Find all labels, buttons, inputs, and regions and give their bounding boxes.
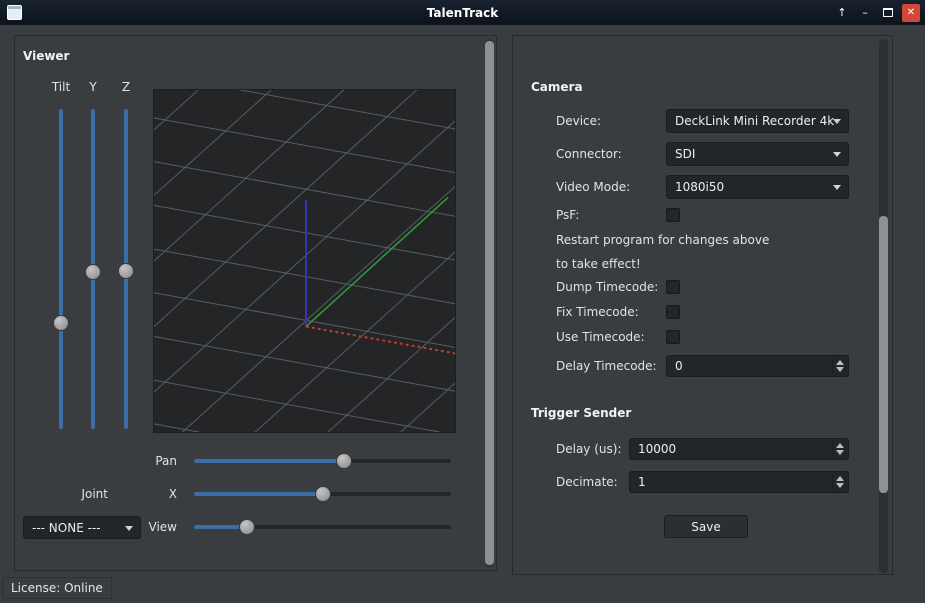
spin-down-icon[interactable]: [836, 483, 844, 488]
joint-select-value: --- NONE ---: [32, 521, 101, 535]
fix-timecode-label: Fix Timecode:: [556, 304, 639, 320]
delay-timecode-value: 0: [675, 359, 683, 373]
pan-slider-fill: [194, 459, 344, 463]
decimate-label: Decimate:: [556, 474, 618, 490]
pan-slider[interactable]: [194, 459, 451, 463]
settings-scrollbar-thumb[interactable]: [879, 216, 888, 493]
shade-button[interactable]: ↑: [833, 4, 851, 22]
trigger-delay-spinbox[interactable]: 10000: [629, 438, 849, 460]
viewport-3d[interactable]: [153, 89, 456, 433]
viewer-scrollbar-thumb[interactable]: [485, 41, 494, 565]
dump-timecode-label: Dump Timecode:: [556, 279, 658, 295]
spin-down-icon[interactable]: [836, 450, 844, 455]
connector-select-value: SDI: [675, 147, 695, 161]
trigger-delay-value: 10000: [638, 442, 676, 456]
connector-label: Connector:: [556, 146, 622, 162]
viewer-scrollbar[interactable]: [485, 39, 494, 567]
decimate-spinbox[interactable]: 1: [629, 471, 849, 493]
restart-note-line2: to take effect!: [556, 256, 641, 272]
psf-checkbox[interactable]: [666, 208, 680, 222]
y-slider-label: Y: [77, 79, 109, 95]
viewport-grid: [154, 90, 455, 432]
tilt-slider[interactable]: [59, 109, 63, 429]
spin-buttons: [832, 357, 847, 375]
close-button[interactable]: ✕: [902, 4, 920, 22]
video-mode-label: Video Mode:: [556, 179, 630, 195]
settings-panel: Camera Device: DeckLink Mini Recorder 4k…: [512, 35, 893, 575]
z-slider-label: Z: [110, 79, 142, 95]
pan-slider-handle[interactable]: [336, 453, 352, 469]
use-timecode-checkbox[interactable]: [666, 330, 680, 344]
viewer-title: Viewer: [23, 49, 69, 63]
trigger-delay-label: Delay (us):: [556, 441, 622, 457]
spin-up-icon[interactable]: [836, 443, 844, 448]
chevron-down-icon: [833, 152, 841, 157]
device-select[interactable]: DeckLink Mini Recorder 4k: [666, 109, 849, 133]
view-slider-handle[interactable]: [239, 519, 255, 535]
spin-down-icon[interactable]: [836, 367, 844, 372]
axis-red: [306, 327, 455, 354]
joint-label: Joint: [55, 486, 108, 502]
tilt-slider-handle[interactable]: [53, 315, 69, 331]
view-slider-label: View: [135, 519, 177, 535]
device-label: Device:: [556, 113, 601, 129]
license-status-text: License: Online: [11, 581, 103, 595]
video-mode-select-value: 1080i50: [675, 180, 724, 194]
spin-buttons: [832, 473, 847, 491]
spin-up-icon[interactable]: [836, 360, 844, 365]
chevron-down-icon: [125, 526, 133, 531]
delay-timecode-label: Delay Timecode:: [556, 358, 657, 374]
maximize-icon: [883, 8, 893, 17]
y-slider-handle[interactable]: [85, 264, 101, 280]
spin-up-icon[interactable]: [836, 476, 844, 481]
viewport-axes: [306, 197, 455, 353]
z-slider-handle[interactable]: [118, 263, 134, 279]
viewer-panel: Viewer Tilt Y Z: [14, 35, 497, 571]
fix-timecode-checkbox[interactable]: [666, 305, 680, 319]
restart-note-line1: Restart program for changes above: [556, 232, 769, 248]
device-select-value: DeckLink Mini Recorder 4k: [675, 114, 834, 128]
settings-scrollbar[interactable]: [879, 39, 888, 573]
x-slider-handle[interactable]: [315, 486, 331, 502]
decimate-value: 1: [638, 475, 646, 489]
minimize-button[interactable]: –: [856, 4, 874, 22]
psf-label: PsF:: [556, 207, 579, 223]
video-mode-select[interactable]: 1080i50: [666, 175, 849, 199]
joint-select[interactable]: --- NONE ---: [23, 516, 141, 539]
use-timecode-label: Use Timecode:: [556, 329, 645, 345]
axis-green: [306, 197, 448, 326]
window-title: TalenTrack: [0, 0, 925, 25]
x-slider-fill: [194, 492, 323, 496]
connector-select[interactable]: SDI: [666, 142, 849, 166]
chevron-down-icon: [833, 119, 841, 124]
x-slider-label: X: [135, 486, 177, 502]
view-slider[interactable]: [194, 525, 451, 529]
tilt-slider-label: Tilt: [45, 79, 77, 95]
maximize-button[interactable]: [879, 4, 897, 22]
spin-buttons: [832, 440, 847, 458]
window-controls: ↑ – ✕: [833, 0, 920, 25]
delay-timecode-spinbox[interactable]: 0: [666, 355, 849, 377]
dump-timecode-checkbox[interactable]: [666, 280, 680, 294]
trigger-section-title: Trigger Sender: [531, 406, 631, 420]
titlebar[interactable]: TalenTrack ↑ – ✕: [0, 0, 925, 25]
pan-slider-label: Pan: [135, 453, 177, 469]
license-status: License: Online: [2, 577, 112, 599]
chevron-down-icon: [833, 185, 841, 190]
save-button[interactable]: Save: [664, 515, 748, 538]
camera-section-title: Camera: [531, 80, 583, 94]
